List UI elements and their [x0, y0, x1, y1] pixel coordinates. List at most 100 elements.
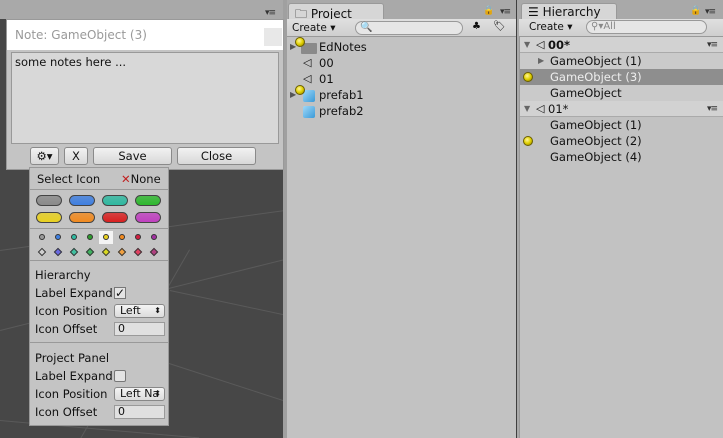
filter-type-icon[interactable]: ♣: [472, 21, 481, 32]
color-pill-icon[interactable]: [102, 212, 128, 223]
color-dot-icon[interactable]: [119, 234, 125, 240]
hierarchy-item[interactable]: ▶ GameObject (1): [520, 53, 723, 69]
hierarchy-tab-label: Hierarchy: [542, 5, 601, 19]
color-diamond-icon[interactable]: [133, 247, 143, 257]
project-item-label: prefab2: [319, 104, 364, 118]
hierarchy-label-expand-label: Label Expand: [35, 286, 113, 300]
collapse-arrow-icon[interactable]: ▼: [524, 37, 530, 53]
scene-toolbar: [0, 0, 285, 19]
remove-note-button[interactable]: X: [64, 147, 88, 165]
project-search-input[interactable]: 🔍: [355, 21, 463, 35]
project-item[interactable]: prefab2: [287, 103, 516, 119]
scene-header[interactable]: ▼ ◁ 00* ▾≡: [520, 37, 723, 53]
project-icon-position-label: Icon Position: [35, 387, 108, 401]
none-option[interactable]: ✕None: [121, 172, 161, 186]
color-pill-icon[interactable]: [135, 195, 161, 206]
note-marker-icon[interactable]: [523, 136, 533, 146]
note-text: some notes here ...: [15, 55, 127, 69]
hierarchy-icon-position-value: Left: [120, 304, 141, 317]
hierarchy-icon-offset-input[interactable]: 0: [114, 322, 165, 336]
scene-name: 01*: [548, 102, 569, 116]
project-item-label: EdNotes: [319, 40, 367, 54]
hierarchy-item-label: GameObject: [550, 86, 622, 100]
prefab-cube-icon: [303, 106, 315, 118]
lock-icon[interactable]: 🔒: [483, 6, 494, 16]
color-pill-icon[interactable]: [69, 195, 95, 206]
tab-hierarchy[interactable]: ☰ Hierarchy: [521, 3, 617, 19]
color-pill-icon[interactable]: [135, 212, 161, 223]
panel-menu-icon[interactable]: ▾≡: [265, 8, 276, 18]
color-dot-icon[interactable]: [55, 234, 61, 240]
project-panel: 🗀 Project 🔒 ▾≡ Create ▾ 🔍 ♣ 🏷 ▶ EdNotes ◁ 0…: [287, 0, 516, 438]
color-diamond-icon[interactable]: [85, 247, 95, 257]
hierarchy-item[interactable]: GameObject (3): [520, 69, 723, 85]
close-button[interactable]: Close: [177, 147, 256, 165]
search-icon: ⚲▾: [591, 21, 604, 32]
project-item[interactable]: ◁ 01: [287, 71, 516, 87]
color-diamond-icon[interactable]: [117, 247, 127, 257]
list-icon: ☰: [528, 5, 543, 19]
project-toolbar: Create ▾ 🔍 ♣ 🏷: [287, 19, 516, 37]
lock-icon[interactable]: 🔒: [690, 6, 701, 16]
color-dot-icon[interactable]: [71, 234, 77, 240]
hierarchy-search-input[interactable]: ⚲▾All: [586, 20, 707, 34]
note-window: Note: GameObject (3) some notes here ...…: [6, 19, 284, 170]
project-item[interactable]: ▶ prefab1: [287, 85, 516, 103]
color-diamond-icon[interactable]: [37, 247, 47, 257]
expand-arrow-icon[interactable]: ▶: [538, 53, 544, 69]
hierarchy-item[interactable]: GameObject (4): [520, 149, 723, 165]
color-pill-icon[interactable]: [69, 212, 95, 223]
color-dot-icon[interactable]: [151, 234, 157, 240]
select-icon-title: Select Icon: [37, 172, 101, 186]
color-pill-icon[interactable]: [102, 195, 128, 206]
project-create-button[interactable]: Create ▾: [292, 22, 336, 34]
filter-label-icon[interactable]: 🏷: [493, 21, 506, 32]
note-marker-icon[interactable]: [523, 72, 533, 82]
color-dot-icon[interactable]: [103, 234, 109, 240]
hierarchy-item[interactable]: GameObject (1): [520, 117, 723, 133]
tab-project[interactable]: 🗀 Project: [288, 3, 384, 21]
color-diamond-icon[interactable]: [101, 247, 111, 257]
color-diamond-icon[interactable]: [69, 247, 79, 257]
project-icon-position-value: Left Na: [120, 387, 160, 400]
scene-menu-icon[interactable]: ▾≡: [707, 37, 718, 53]
project-item[interactable]: ◁ 00: [287, 55, 516, 71]
panel-menu-icon[interactable]: ▾≡: [500, 7, 511, 17]
hierarchy-icon-position-select[interactable]: Left ⬍: [114, 304, 165, 318]
project-item[interactable]: ▶ EdNotes: [287, 37, 516, 55]
collapse-arrow-icon[interactable]: ▼: [524, 101, 530, 117]
select-arrows-icon: ⬍: [154, 306, 161, 315]
hierarchy-label-expand-checkbox[interactable]: ✓: [114, 287, 126, 299]
unity-scene-icon: ◁: [536, 38, 545, 51]
project-item-label: prefab1: [319, 88, 364, 102]
project-label-expand-checkbox[interactable]: [114, 370, 126, 382]
icon-select-button[interactable]: ⚙▾: [30, 147, 59, 165]
unity-scene-icon: ◁: [536, 102, 545, 115]
save-button[interactable]: Save: [93, 147, 172, 165]
color-pill-icon[interactable]: [36, 195, 62, 206]
color-dot-icon[interactable]: [135, 234, 141, 240]
scene-menu-icon[interactable]: ▾≡: [707, 101, 718, 117]
hierarchy-item-label: GameObject (2): [550, 134, 642, 148]
color-pill-icon[interactable]: [36, 212, 62, 223]
unity-scene-icon: ◁: [303, 72, 312, 85]
hierarchy-create-button[interactable]: Create ▾: [529, 21, 573, 33]
project-icon-position-select[interactable]: Left Na ⬍: [114, 387, 165, 401]
color-diamond-icon[interactable]: [53, 247, 63, 257]
hierarchy-icon-position-label: Icon Position: [35, 304, 108, 318]
scene-header[interactable]: ▼ ◁ 01* ▾≡: [520, 101, 723, 117]
scene-name: 00*: [548, 38, 571, 52]
hierarchy-toolbar: Create ▾ ⚲▾All: [519, 19, 723, 37]
color-dot-icon[interactable]: [39, 234, 45, 240]
hierarchy-item[interactable]: GameObject (2): [520, 133, 723, 149]
hierarchy-panel: ☰ Hierarchy 🔒 ▾≡ Create ▾ ⚲▾All ▼ ◁ 00* ▾≡ ▶…: [517, 0, 723, 438]
color-diamond-icon[interactable]: [149, 247, 159, 257]
note-title-bar: Note: GameObject (3): [7, 20, 283, 50]
note-title-button[interactable]: [264, 28, 282, 46]
hierarchy-item[interactable]: GameObject: [520, 85, 723, 101]
project-icon-offset-input[interactable]: 0: [114, 405, 165, 419]
panel-menu-icon[interactable]: ▾≡: [705, 7, 716, 17]
note-textarea[interactable]: some notes here ...: [11, 52, 279, 144]
note-marker-icon: [295, 37, 305, 47]
color-dot-icon[interactable]: [87, 234, 93, 240]
